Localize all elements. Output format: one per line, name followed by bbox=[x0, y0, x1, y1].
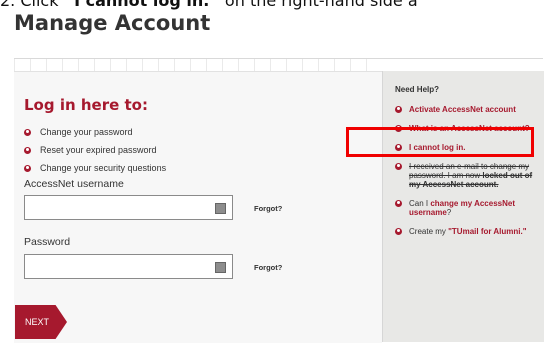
instruction-prefix: 2. Click bbox=[0, 0, 64, 10]
keyboard-icon[interactable] bbox=[215, 203, 226, 214]
help-item-tumail[interactable]: Create my "TUmail for Alumni." bbox=[395, 227, 541, 236]
keyboard-icon[interactable] bbox=[215, 262, 226, 273]
account-panel: Log in here to: Change your password Res… bbox=[14, 58, 544, 343]
bullet-icon bbox=[24, 164, 31, 172]
username-input[interactable] bbox=[24, 195, 233, 220]
list-item: Change your security questions bbox=[24, 159, 166, 177]
highlight-box bbox=[346, 127, 534, 157]
forgot-password-link[interactable]: Forgot? bbox=[254, 263, 282, 272]
username-label: AccessNet username bbox=[24, 178, 124, 190]
login-bullet-list: Change your password Reset your expired … bbox=[24, 123, 166, 177]
bullet-icon bbox=[24, 128, 31, 136]
need-help-title: Need Help? bbox=[395, 85, 440, 94]
bullet-icon bbox=[395, 163, 402, 170]
bullet-text: Reset your expired password bbox=[40, 145, 157, 155]
list-item: Change your password bbox=[24, 123, 166, 141]
password-label: Password bbox=[24, 236, 71, 248]
help-item-change-username[interactable]: Can I change my AccessNet username? bbox=[395, 199, 541, 217]
bullet-icon bbox=[24, 146, 31, 154]
forgot-username-link[interactable]: Forgot? bbox=[254, 204, 282, 213]
instruction-bold: “I cannot log in.” bbox=[63, 0, 220, 10]
bullet-text: Change your security questions bbox=[40, 163, 167, 173]
help-link[interactable]: Activate AccessNet account bbox=[409, 105, 516, 114]
bullet-icon bbox=[395, 228, 402, 235]
instruction-suffix: on the right-hand side a bbox=[219, 0, 418, 10]
login-section: Log in here to: Change your password Res… bbox=[14, 71, 382, 343]
help-text: Can I bbox=[409, 199, 431, 208]
bullet-icon bbox=[395, 106, 402, 113]
help-link[interactable]: "TUmail for Alumni." bbox=[448, 227, 526, 236]
help-text: ? bbox=[446, 208, 452, 217]
bullet-icon bbox=[395, 200, 402, 207]
password-input[interactable] bbox=[24, 254, 233, 279]
help-item-locked-out[interactable]: I received an e-mail to change my passwo… bbox=[395, 162, 541, 189]
list-item: Reset your expired password bbox=[24, 141, 166, 159]
help-item-activate[interactable]: Activate AccessNet account bbox=[395, 105, 541, 114]
page-title: Manage Account bbox=[14, 11, 211, 35]
bullet-text: Change your password bbox=[40, 127, 133, 137]
login-heading: Log in here to: bbox=[24, 96, 148, 114]
next-button[interactable]: NEXT bbox=[15, 305, 67, 339]
help-text: Create my bbox=[409, 227, 449, 236]
help-sidebar: Need Help? Activate AccessNet account Wh… bbox=[382, 71, 544, 342]
instruction-text: 2. Click “I cannot log in.” on the right… bbox=[0, 0, 545, 11]
